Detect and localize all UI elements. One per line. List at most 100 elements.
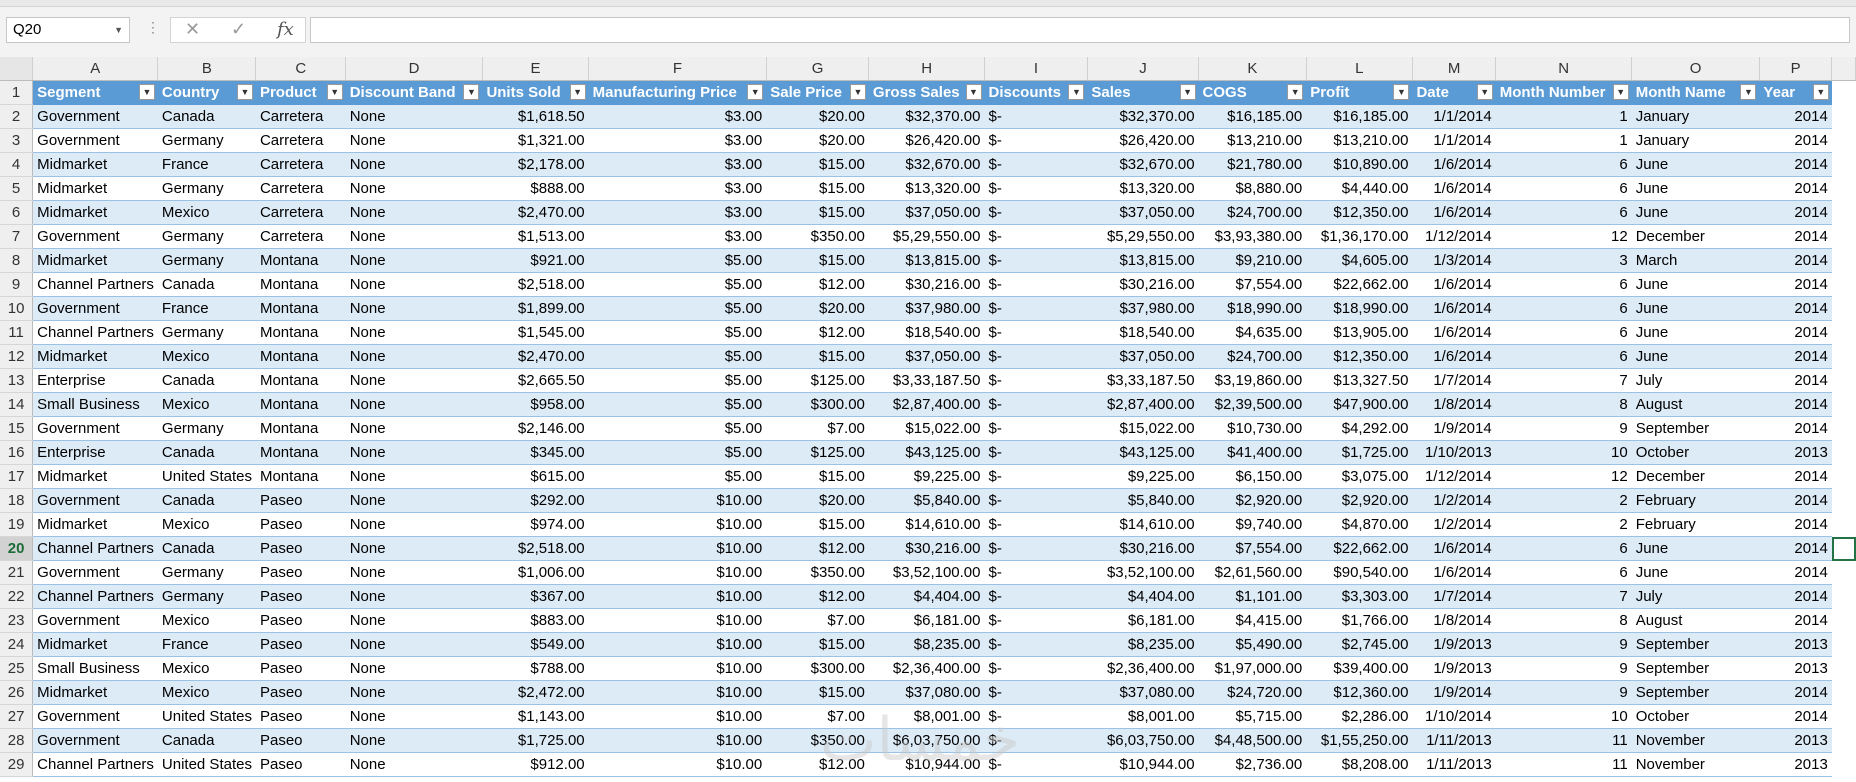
table-cell[interactable]: None <box>345 608 483 633</box>
table-cell[interactable]: $13,320.00 <box>1087 176 1199 201</box>
table-cell[interactable]: None <box>345 488 483 513</box>
row-header[interactable]: 18 <box>0 488 34 513</box>
filter-dropdown-icon[interactable]: ▼ <box>1068 84 1085 100</box>
table-cell[interactable]: $37,980.00 <box>1087 296 1199 321</box>
table-cell[interactable]: Midmarket <box>32 344 158 369</box>
table-cell[interactable]: 2014 <box>1759 608 1832 633</box>
table-cell[interactable]: $8,235.00 <box>1087 632 1199 657</box>
table-cell[interactable]: United States <box>157 464 256 489</box>
table-cell[interactable]: Paseo <box>255 752 346 777</box>
table-cell[interactable]: Mexico <box>157 656 256 681</box>
table-cell[interactable]: $350.00 <box>766 224 869 249</box>
column-header-n[interactable]: N <box>1495 57 1633 81</box>
table-cell[interactable]: $- <box>984 392 1088 417</box>
table-cell[interactable]: 2014 <box>1759 512 1832 537</box>
table-cell[interactable]: Enterprise <box>32 440 158 465</box>
table-cell[interactable]: 9 <box>1495 680 1632 705</box>
table-cell[interactable]: 7 <box>1495 368 1632 393</box>
table-cell[interactable]: Channel Partners <box>32 536 158 561</box>
table-cell[interactable]: $958.00 <box>482 392 589 417</box>
table-cell[interactable]: None <box>345 344 483 369</box>
table-cell[interactable]: Enterprise <box>32 368 158 393</box>
table-cell[interactable]: October <box>1631 440 1760 465</box>
table-cell[interactable]: $2,470.00 <box>482 200 589 225</box>
table-cell[interactable]: $4,415.00 <box>1198 608 1307 633</box>
row-header[interactable]: 9 <box>0 272 34 297</box>
table-cell[interactable]: $9,740.00 <box>1198 512 1307 537</box>
table-cell[interactable]: $15.00 <box>766 512 869 537</box>
table-cell[interactable]: Montana <box>255 272 346 297</box>
table-cell[interactable]: 1/11/2013 <box>1412 728 1496 753</box>
table-cell[interactable]: $3,33,187.50 <box>868 368 985 393</box>
table-header-cell[interactable]: Sales ▼ <box>1087 80 1199 105</box>
table-cell[interactable]: Montana <box>255 344 346 369</box>
table-cell[interactable]: None <box>345 392 483 417</box>
table-header-cell[interactable]: Country ▼ <box>157 80 256 105</box>
table-cell[interactable]: Canada <box>157 440 256 465</box>
empty-cell[interactable] <box>1832 633 1856 657</box>
table-cell[interactable]: August <box>1631 392 1760 417</box>
table-cell[interactable]: Montana <box>255 392 346 417</box>
table-cell[interactable]: $43,125.00 <box>868 440 985 465</box>
column-header-a[interactable]: A <box>32 57 159 81</box>
column-header-o[interactable]: O <box>1631 57 1760 81</box>
table-cell[interactable]: $15.00 <box>766 152 869 177</box>
table-cell[interactable]: Government <box>32 560 158 585</box>
table-cell[interactable]: Government <box>32 416 158 441</box>
column-header-d[interactable]: D <box>345 57 483 81</box>
row-header[interactable]: 24 <box>0 632 34 657</box>
table-cell[interactable]: $15,022.00 <box>1087 416 1199 441</box>
table-cell[interactable]: $6,150.00 <box>1198 464 1307 489</box>
table-cell[interactable]: Midmarket <box>32 680 158 705</box>
table-cell[interactable]: $16,185.00 <box>1198 104 1307 129</box>
table-cell[interactable]: $37,050.00 <box>868 200 985 225</box>
table-cell[interactable]: January <box>1631 104 1760 129</box>
table-header-cell[interactable]: Segment ▼ <box>32 80 158 105</box>
column-header-q[interactable] <box>1831 57 1856 81</box>
table-cell[interactable]: 2014 <box>1759 152 1832 177</box>
table-cell[interactable]: $5.00 <box>588 248 767 273</box>
table-cell[interactable]: Paseo <box>255 680 346 705</box>
table-cell[interactable]: $5,840.00 <box>868 488 985 513</box>
table-cell[interactable]: Midmarket <box>32 512 158 537</box>
table-cell[interactable]: 1/9/2013 <box>1412 656 1496 681</box>
table-cell[interactable]: $2,745.00 <box>1306 632 1413 657</box>
table-cell[interactable]: $- <box>984 608 1088 633</box>
table-cell[interactable]: Germany <box>157 560 256 585</box>
table-cell[interactable]: $10.00 <box>588 560 767 585</box>
column-header-b[interactable]: B <box>157 57 257 81</box>
table-cell[interactable]: 10 <box>1495 704 1632 729</box>
table-cell[interactable]: Mexico <box>157 608 256 633</box>
table-cell[interactable]: Paseo <box>255 536 346 561</box>
column-header-h[interactable]: H <box>868 57 985 81</box>
empty-cell[interactable] <box>1832 489 1856 513</box>
table-cell[interactable]: $24,700.00 <box>1198 200 1307 225</box>
table-cell[interactable]: $788.00 <box>482 656 589 681</box>
table-cell[interactable]: Small Business <box>32 392 158 417</box>
table-cell[interactable]: None <box>345 680 483 705</box>
table-header-cell[interactable]: Discounts ▼ <box>984 80 1088 105</box>
table-cell[interactable]: $14,610.00 <box>868 512 985 537</box>
table-cell[interactable]: $3,33,187.50 <box>1087 368 1199 393</box>
row-header[interactable]: 23 <box>0 608 34 633</box>
table-cell[interactable]: $300.00 <box>766 656 869 681</box>
table-cell[interactable]: 2014 <box>1759 560 1832 585</box>
table-cell[interactable]: $15,022.00 <box>868 416 985 441</box>
table-cell[interactable]: Mexico <box>157 512 256 537</box>
filter-dropdown-icon[interactable]: ▼ <box>1179 84 1196 100</box>
table-cell[interactable]: $10.00 <box>588 656 767 681</box>
table-cell[interactable]: $12.00 <box>766 272 869 297</box>
table-cell[interactable]: $- <box>984 680 1088 705</box>
row-header[interactable]: 16 <box>0 440 34 465</box>
table-cell[interactable]: June <box>1631 296 1760 321</box>
table-cell[interactable]: $2,146.00 <box>482 416 589 441</box>
table-cell[interactable]: Canada <box>157 488 256 513</box>
table-cell[interactable]: $12.00 <box>766 320 869 345</box>
table-cell[interactable]: $13,210.00 <box>1306 128 1413 153</box>
table-cell[interactable]: $32,670.00 <box>1087 152 1199 177</box>
table-cell[interactable]: $10.00 <box>588 728 767 753</box>
table-cell[interactable]: $3,303.00 <box>1306 584 1413 609</box>
table-cell[interactable]: 2013 <box>1759 440 1832 465</box>
table-cell[interactable]: United States <box>157 704 256 729</box>
table-cell[interactable]: $32,370.00 <box>868 104 985 129</box>
